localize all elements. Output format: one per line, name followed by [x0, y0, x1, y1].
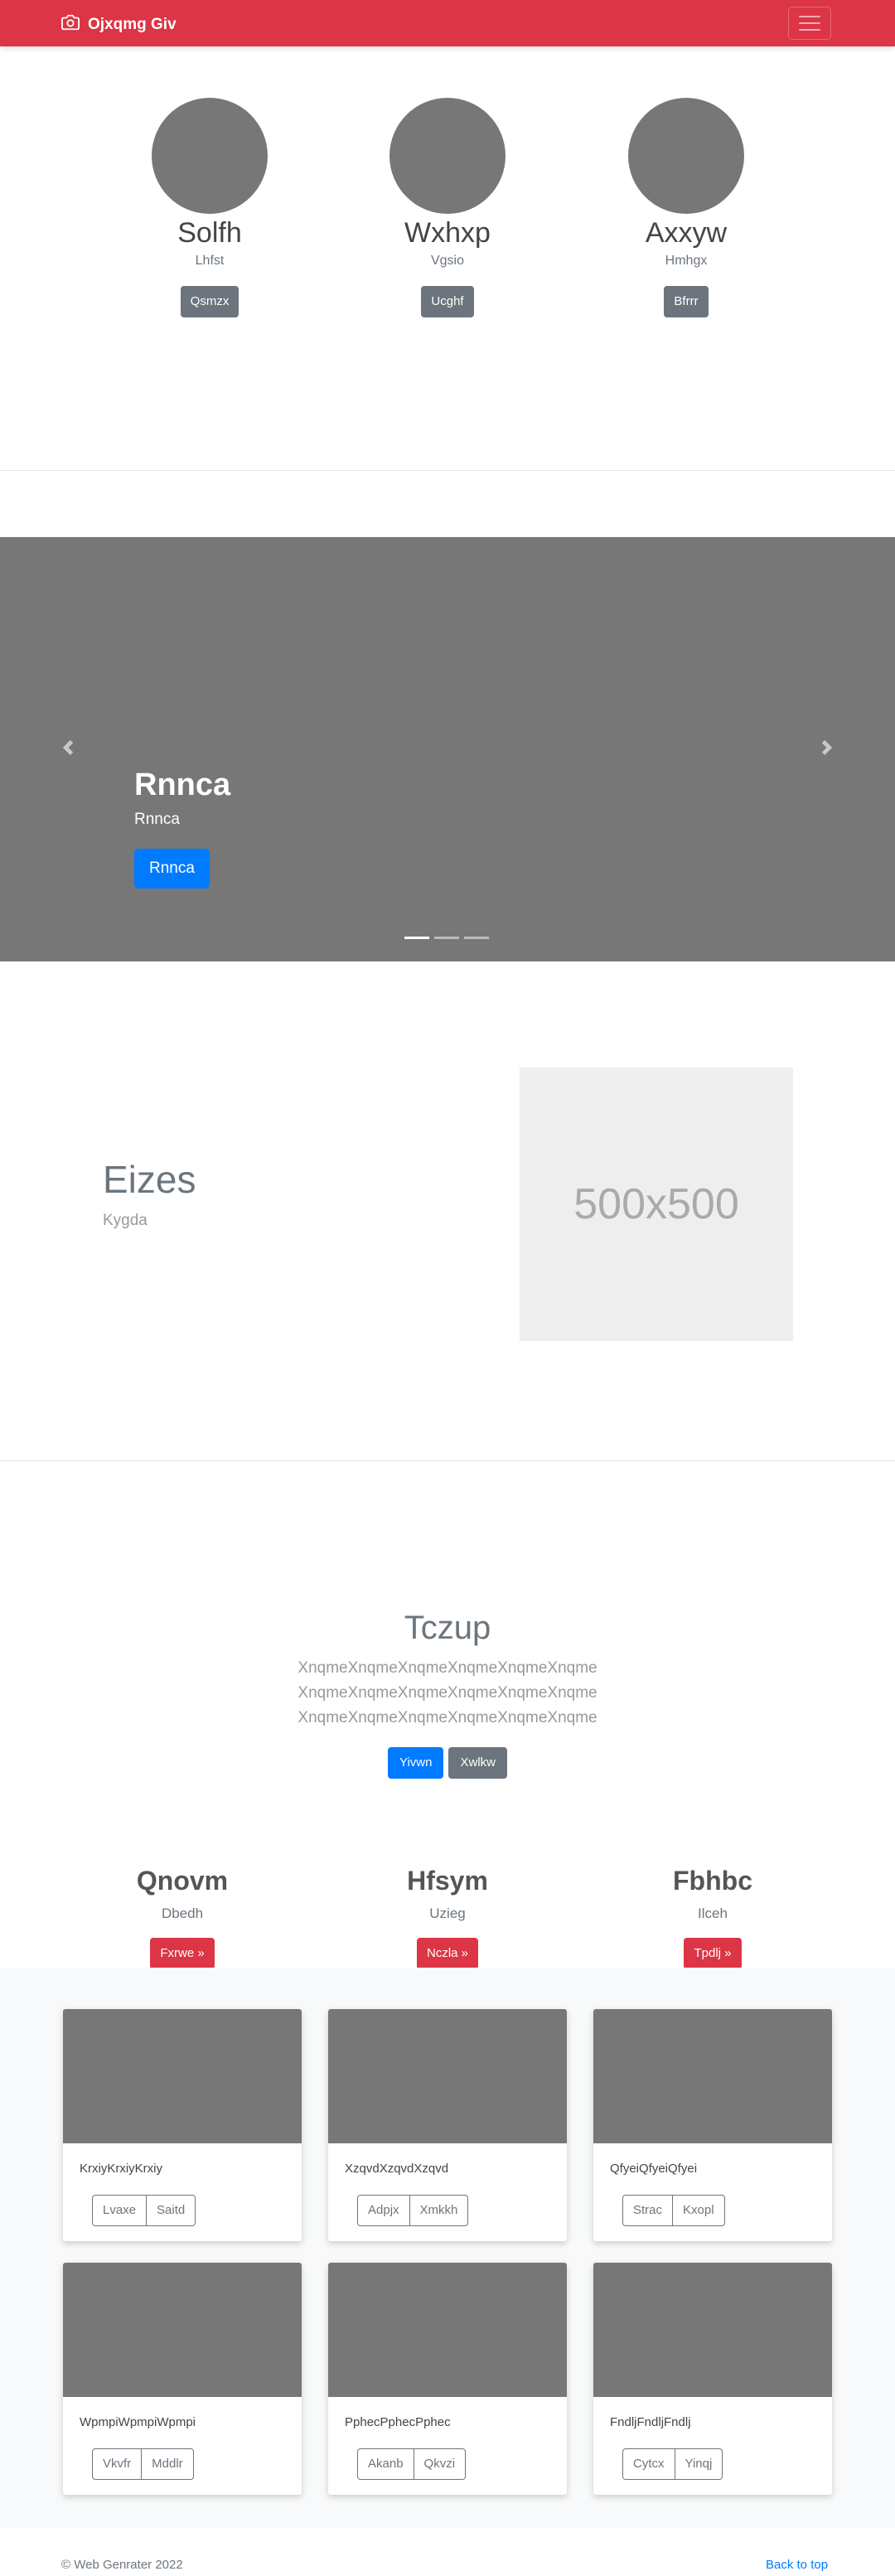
card-edit-button[interactable]: Saitd [146, 2195, 196, 2226]
column-button[interactable]: Fxrwe » [150, 1938, 215, 1969]
jumbotron-heading: Tczup [404, 1610, 491, 1646]
avatar [628, 98, 744, 214]
album-section: KrxiyKrxiyKrxiy Lvaxe Saitd XzqvdXzqvdXz… [0, 1968, 895, 2528]
card-thumbnail [328, 2009, 567, 2143]
placeholder-image: 500x500 [520, 1068, 793, 1341]
profile-name: Axxyw [645, 217, 728, 249]
card-thumbnail [328, 2263, 567, 2397]
column-subtitle: Dbedh [161, 1905, 204, 1921]
carousel-next-button[interactable] [817, 733, 837, 763]
divider [0, 470, 895, 471]
card-edit-button[interactable]: Xmkkh [409, 2195, 469, 2226]
album-card: KrxiyKrxiyKrxiy Lvaxe Saitd [63, 2009, 302, 2241]
carousel-subtitle: Rnnca [134, 811, 180, 828]
carousel-prev-button[interactable] [58, 733, 78, 763]
card-thumbnail [63, 2263, 302, 2397]
album-card: XzqvdXzqvdXzqvd Adpjx Xmkkh [328, 2009, 567, 2241]
card-button-group: Lvaxe Saitd [92, 2195, 196, 2226]
card-edit-button[interactable]: Yinqj [674, 2448, 723, 2480]
album-card: QfyeiQfyeiQfyei Strac Kxopl [593, 2009, 832, 2241]
carousel-indicator[interactable] [404, 937, 429, 939]
card-button-group: Cytcx Yinqj [622, 2448, 723, 2480]
jumbotron-line: XnqmeXnqmeXnqmeXnqmeXnqmeXnqme [298, 1684, 597, 1702]
avatar [152, 98, 268, 214]
card-view-button[interactable]: Strac [622, 2195, 674, 2226]
album-card: FndljFndljFndlj Cytcx Yinqj [593, 2263, 832, 2495]
card-view-button[interactable]: Vkvfr [92, 2448, 143, 2480]
jumbotron-buttons: Yivwn Xwlkw [0, 1747, 895, 1779]
profile-card: Wxhxp Vgsio Ucghf [373, 98, 522, 317]
card-view-button[interactable]: Lvaxe [92, 2195, 148, 2226]
album-card: PphecPphecPphec Akanb Qkvzi [328, 2263, 567, 2495]
card-edit-button[interactable]: Mddlr [141, 2448, 194, 2480]
profile-card: Axxyw Hmhgx Bfrrr [612, 98, 761, 317]
profile-subtitle: Lhfst [195, 254, 225, 268]
card-view-button[interactable]: Cytcx [622, 2448, 675, 2480]
profile-button[interactable]: Ucghf [421, 286, 474, 317]
jumbotron-secondary-button[interactable]: Xwlkw [448, 1747, 507, 1779]
footer-copyright: © Web Genrater 2022 [61, 2558, 183, 2572]
carousel-indicator[interactable] [464, 937, 489, 939]
chevron-right-icon [821, 740, 833, 755]
carousel-indicator[interactable] [434, 937, 459, 939]
card-button-group: Strac Kxopl [622, 2195, 725, 2226]
column-subtitle: Ilceh [698, 1905, 728, 1921]
card-view-button[interactable]: Akanb [357, 2448, 414, 2480]
profile-card: Solfh Lhfst Qsmzx [135, 98, 284, 317]
placeholder-label: 500x500 [573, 1180, 739, 1228]
card-text: FndljFndljFndlj [610, 2415, 691, 2429]
profile-button[interactable]: Qsmzx [180, 286, 239, 317]
profile-name: Wxhxp [404, 217, 491, 249]
card-text: QfyeiQfyeiQfyei [610, 2162, 698, 2176]
column-title: Fbhbc [673, 1866, 752, 1896]
column-button[interactable]: Tpdlj » [684, 1938, 742, 1969]
profile-subtitle: Vgsio [430, 254, 465, 268]
carousel-indicators [404, 937, 489, 939]
profile-button[interactable]: Bfrrr [664, 286, 709, 317]
column-block: Fbhbc Ilceh Tpdlj » [613, 1865, 812, 1969]
card-button-group: Akanb Qkvzi [357, 2448, 467, 2480]
card-text: WpmpiWpmpiWpmpi [80, 2415, 196, 2429]
column-block: Qnovm Dbedh Fxrwe » [83, 1865, 282, 1969]
navbar-brand[interactable]: Ojxqmg Giv [61, 13, 177, 36]
menu-icon [799, 16, 820, 17]
profile-subtitle: Hmhgx [665, 254, 708, 268]
column-button[interactable]: Nczla » [416, 1938, 479, 1969]
column-block: Hfsym Uzieg Nczla » [348, 1865, 547, 1969]
column-subtitle: Uzieg [429, 1905, 466, 1921]
card-button-group: Vkvfr Mddlr [92, 2448, 194, 2480]
jumbotron-line: XnqmeXnqmeXnqmeXnqmeXnqmeXnqme [298, 1659, 597, 1677]
chevron-left-icon [62, 740, 74, 755]
card-edit-button[interactable]: Qkvzi [413, 2448, 467, 2480]
card-edit-button[interactable]: Kxopl [672, 2195, 725, 2226]
jumbotron-line: XnqmeXnqmeXnqmeXnqmeXnqmeXnqme [298, 1709, 597, 1726]
avatar [389, 98, 506, 214]
card-text: XzqvdXzqvdXzqvd [345, 2162, 449, 2176]
profile-name: Solfh [177, 217, 242, 249]
hero-carousel: Rnnca Rnnca Rnnca [0, 537, 895, 961]
navbar-toggler-button[interactable] [788, 7, 831, 40]
card-thumbnail [63, 2009, 302, 2143]
card-button-group: Adpjx Xmkkh [357, 2195, 469, 2226]
carousel-cta-button[interactable]: Rnnca [134, 849, 210, 889]
card-text: KrxiyKrxiyKrxiy [80, 2162, 162, 2176]
card-text: PphecPphecPphec [345, 2415, 451, 2429]
jumbotron-primary-button[interactable]: Yivwn [388, 1747, 444, 1779]
jumbotron-text: XnqmeXnqmeXnqmeXnqmeXnqmeXnqme XnqmeXnqm… [0, 1656, 895, 1731]
featurette-subheading: Kygda [103, 1212, 148, 1229]
camera-icon [61, 13, 88, 36]
carousel-title: Rnnca [134, 767, 231, 802]
brand-label: Ojxqmg Giv [88, 16, 177, 33]
featurette-heading: Eizes [103, 1158, 196, 1201]
navbar: Ojxqmg Giv [0, 0, 895, 46]
card-thumbnail [593, 2009, 832, 2143]
card-thumbnail [593, 2263, 832, 2397]
album-card: WpmpiWpmpiWpmpi Vkvfr Mddlr [63, 2263, 302, 2495]
column-title: Hfsym [407, 1866, 488, 1896]
card-view-button[interactable]: Adpjx [357, 2195, 410, 2226]
column-title: Qnovm [136, 1866, 229, 1896]
back-to-top-link[interactable]: Back to top [766, 2558, 828, 2572]
divider [0, 1460, 895, 1461]
